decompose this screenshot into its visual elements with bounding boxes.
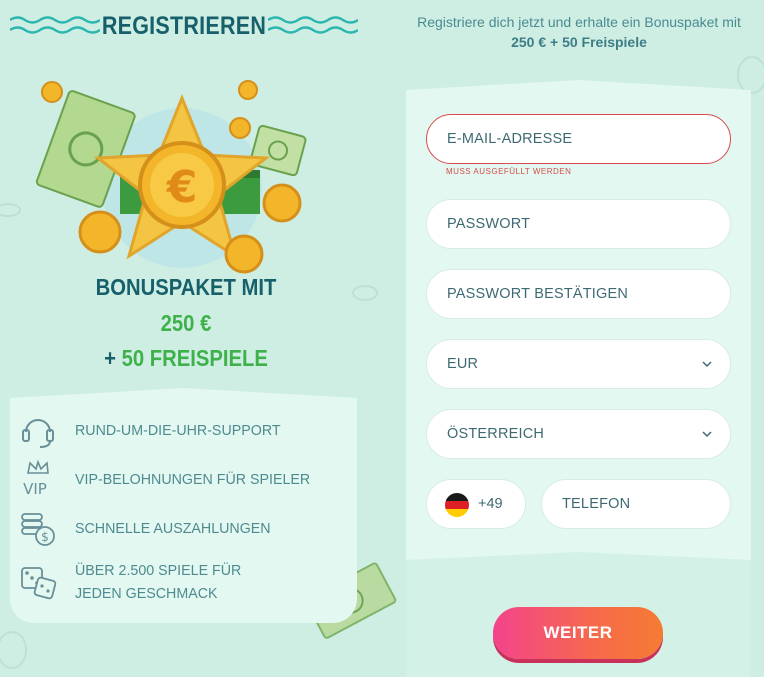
vip-icon-text: VIP (23, 480, 47, 498)
email-error-message: MUSS AUSGEFÜLLT WERDEN (446, 167, 572, 176)
email-field[interactable]: E-MAIL-ADRESSE (426, 114, 731, 164)
currency-value: EUR (447, 356, 479, 372)
chevron-down-icon (702, 431, 712, 438)
currency-select[interactable]: EUR (426, 339, 731, 389)
promo-bonus: 250 € + 50 Freispiele (511, 34, 647, 50)
bonus-plus: + (104, 345, 122, 371)
phone-placeholder: TELEFON (562, 496, 631, 512)
bonus-amount: 250 € (160, 310, 212, 336)
bonus-line-1: BONUSPAKET MIT (95, 274, 277, 300)
promo-prefix: Registriere dich jetzt und erhalte ein B… (417, 14, 741, 30)
dice-icon (21, 567, 57, 600)
page-header: REGISTRIEREN (10, 8, 358, 44)
promo-text: Registriere dich jetzt und erhalte ein B… (404, 12, 754, 52)
chevron-down-icon (702, 361, 712, 368)
vip-crown-icon: VIP (23, 459, 49, 498)
feature-item-support: RUND-UM-DIE-UHR-SUPPORT (18, 410, 338, 450)
feature-item-payouts: $ SCHNELLE AUSZAHLUNGEN (18, 508, 338, 548)
wave-decoration-icon (268, 16, 358, 34)
country-select[interactable]: ÖSTERREICH (426, 409, 731, 459)
phone-field[interactable]: TELEFON (541, 479, 731, 529)
country-value: ÖSTERREICH (447, 426, 545, 442)
bonus-illustration: € (35, 80, 307, 274)
coin-stack-icon: $ (21, 513, 55, 546)
password-field[interactable]: PASSWORT (426, 199, 731, 249)
headset-icon (22, 419, 54, 448)
phone-code: +49 (478, 496, 503, 512)
feature-text: SCHNELLE AUSZAHLUNGEN (75, 519, 271, 537)
feature-item-games: ÜBER 2.500 SPIELE FÜR JEDEN GESCHMACK (18, 559, 338, 605)
email-placeholder: E-MAIL-ADRESSE (447, 131, 573, 147)
svg-text:$: $ (41, 530, 49, 544)
password-confirm-field[interactable]: PASSWORT BESTÄTIGEN (426, 269, 731, 319)
continue-button[interactable]: WEITER (493, 607, 663, 659)
password-confirm-placeholder: PASSWORT BESTÄTIGEN (447, 286, 629, 302)
phone-country-code-select[interactable]: +49 (426, 479, 526, 529)
germany-flag-icon (445, 493, 469, 517)
bonus-free-spins-text: 50 FREISPIELE (121, 345, 268, 371)
feature-item-vip: VIP VIP-BELOHNUNGEN FÜR SPIELER (18, 459, 338, 499)
password-placeholder: PASSWORT (447, 216, 531, 232)
feature-text: RUND-UM-DIE-UHR-SUPPORT (75, 421, 281, 439)
svg-text:€: € (166, 162, 198, 213)
feature-text: ÜBER 2.500 SPIELE FÜR JEDEN GESCHMACK (75, 562, 242, 602)
feature-text: VIP-BELOHNUNGEN FÜR SPIELER (75, 470, 311, 488)
bonus-free-spins: + 50 FREISPIELE (36, 341, 335, 376)
